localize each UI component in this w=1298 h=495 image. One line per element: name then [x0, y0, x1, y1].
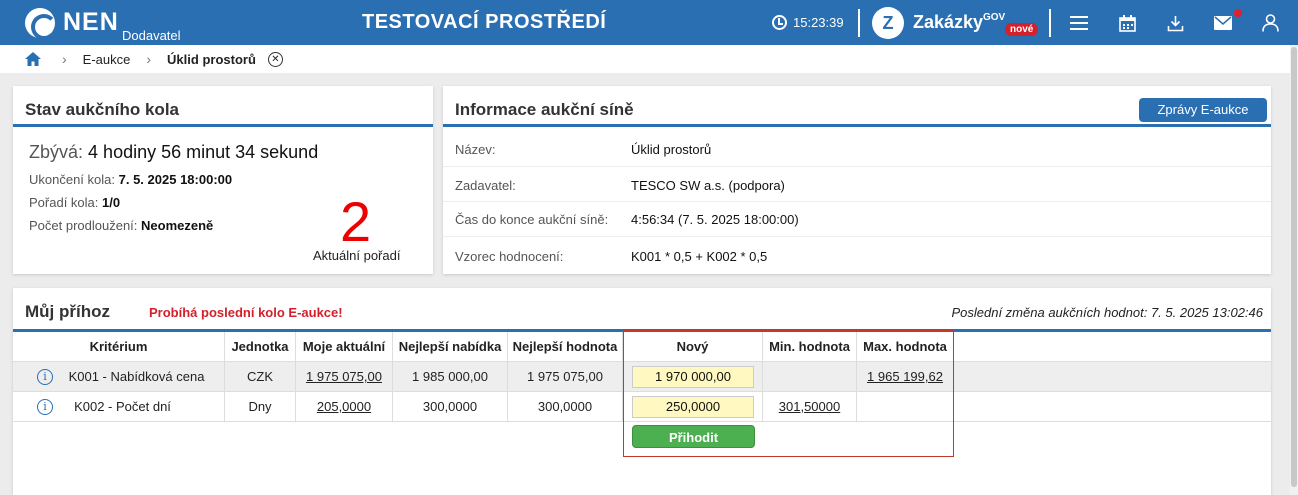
best-value: 300,0000 — [508, 392, 623, 422]
remaining-time: Zbývá: 4 hodiny 56 minut 34 sekund — [29, 142, 318, 163]
round-end-label: Ukončení kola: — [29, 172, 115, 187]
max-value — [857, 392, 954, 422]
download-icon[interactable] — [1164, 12, 1186, 34]
column-header: Moje aktuální — [296, 332, 393, 362]
best-offer-value: 1 985 000,00 — [393, 362, 508, 392]
criterion-name: K002 - Počet dní — [74, 399, 171, 414]
best-offer-value: 300,0000 — [393, 392, 508, 422]
unit-cell: CZK — [225, 362, 296, 392]
session-clock: 15:23:39 — [772, 15, 844, 30]
extension-count-label: Počet prodloužení: — [29, 218, 138, 233]
round-order-label: Pořadí kola: — [29, 195, 99, 210]
best-value: 1 975 075,00 — [508, 362, 623, 392]
info-label: Vzorec hodnocení: — [455, 249, 564, 264]
my-bid-panel: Můj příhoz Probíhá poslední kolo E-aukce… — [13, 288, 1271, 495]
row-divider — [443, 201, 1271, 202]
info-icon[interactable]: i — [37, 399, 53, 415]
chevron-right-icon: › — [146, 51, 152, 67]
new-value-input[interactable]: 1 970 000,00 — [632, 366, 754, 388]
last-round-warning: Probíhá poslední kolo E-aukce! — [149, 305, 343, 320]
column-header: Jednotka — [225, 332, 296, 362]
max-value[interactable]: 1 965 199,62 — [857, 362, 954, 392]
new-value-cell: 250,0000 — [623, 392, 763, 422]
column-header: Nejlepší nabídka — [393, 332, 508, 362]
remaining-label: Zbývá: — [29, 142, 84, 162]
criterion-cell: i K002 - Počet dní — [13, 392, 225, 422]
column-header: Nejlepší hodnota — [508, 332, 623, 362]
auction-messages-button[interactable]: Zprávy E-aukce — [1139, 98, 1267, 122]
calendar-icon[interactable] — [1116, 12, 1138, 34]
column-header: Kritérium — [13, 332, 225, 362]
zakazky-logo-icon[interactable]: Z — [872, 7, 904, 39]
round-end: Ukončení kola: 7. 5. 2025 18:00:00 — [29, 172, 232, 187]
column-header: Max. hodnota — [857, 332, 954, 362]
environment-title: TESTOVACÍ PROSTŘEDÍ — [362, 11, 607, 33]
my-current-value[interactable]: 205,0000 — [296, 392, 393, 422]
unread-dot — [1234, 9, 1242, 17]
scrollbar-thumb[interactable] — [1291, 47, 1297, 487]
top-bar: NEN Dodavatel TESTOVACÍ PROSTŘEDÍ 15:23:… — [0, 0, 1298, 45]
chevron-right-icon: › — [62, 51, 67, 67]
new-value-input[interactable]: 250,0000 — [632, 396, 754, 418]
breadcrumb-eaukce[interactable]: E-aukce — [83, 52, 131, 67]
remaining-value: 4 hodiny 56 minut 34 sekund — [88, 142, 319, 162]
new-badge: nové — [1005, 23, 1039, 36]
table-row: i K002 - Počet dní Dny 205,0000 300,0000… — [13, 392, 1271, 422]
zakazky-link[interactable]: Zakázky — [913, 12, 983, 33]
column-header: Nový — [623, 332, 763, 362]
menu-icon[interactable] — [1068, 12, 1090, 34]
breadcrumb: › E-aukce › Úklid prostorů ✕ — [0, 45, 1290, 73]
home-icon[interactable] — [24, 51, 42, 67]
criterion-cell: i K001 - Nabídková cena — [13, 362, 225, 392]
current-rank: 2 — [340, 190, 372, 253]
new-value-cell: 1 970 000,00 — [623, 362, 763, 392]
close-icon[interactable]: ✕ — [267, 51, 283, 67]
unit-cell: Dny — [225, 392, 296, 422]
clock-time: 15:23:39 — [793, 15, 844, 30]
info-value: TESCO SW a.s. (podpora) — [631, 178, 785, 193]
current-rank-label: Aktuální pořadí — [313, 248, 401, 263]
min-value[interactable]: 301,50000 — [763, 392, 857, 422]
table-header: Kritérium Jednotka Moje aktuální Nejlepš… — [13, 332, 1271, 362]
info-value: 4:56:34 (7. 5. 2025 18:00:00) — [631, 212, 799, 227]
info-value: Úklid prostorů — [631, 142, 712, 157]
my-current-value[interactable]: 1 975 075,00 — [296, 362, 393, 392]
divider — [858, 9, 860, 37]
table-row: i K001 - Nabídková cena CZK 1 975 075,00… — [13, 362, 1271, 392]
extension-count-value: Neomezeně — [141, 218, 214, 233]
logo-text: NEN — [63, 8, 119, 36]
scrollbar[interactable] — [1290, 45, 1298, 495]
panel-title: Stav aukčního kola — [13, 86, 433, 127]
round-order-value: 1/0 — [102, 195, 121, 210]
auction-hall-info-panel: Informace aukční síně Zprávy E-aukce Náz… — [443, 86, 1271, 274]
mail-icon[interactable] — [1212, 12, 1234, 34]
auction-round-status-panel: Stav aukčního kola Zbývá: 4 hodiny 56 mi… — [13, 86, 433, 274]
extension-count: Počet prodloužení: Neomezeně — [29, 218, 213, 233]
breadcrumb-current: Úklid prostorů — [167, 51, 256, 67]
info-value: K001 * 0,5 + K002 * 0,5 — [631, 249, 768, 264]
place-bid-button[interactable]: Přihodit — [632, 425, 755, 448]
row-divider — [443, 166, 1271, 167]
info-icon[interactable]: i — [37, 369, 53, 385]
round-order: Pořadí kola: 1/0 — [29, 195, 120, 210]
divider — [1049, 9, 1051, 37]
round-end-value: 7. 5. 2025 18:00:00 — [118, 172, 233, 187]
column-header: Min. hodnota — [763, 332, 857, 362]
panel-title: Můj příhoz — [25, 302, 110, 321]
info-label: Název: — [455, 142, 496, 157]
info-label: Čas do konce aukční síně: — [455, 212, 609, 227]
logo-subtitle: Dodavatel — [122, 28, 181, 43]
last-change-timestamp: Poslední změna aukčních hodnot: 7. 5. 20… — [951, 305, 1263, 320]
clock-icon — [772, 15, 787, 30]
zakazky-gov-label: GOV — [983, 12, 1006, 23]
row-divider — [443, 236, 1271, 237]
nen-logo-icon — [25, 8, 57, 40]
user-icon[interactable] — [1259, 12, 1281, 34]
min-value — [763, 362, 857, 392]
info-label: Zadavatel: — [455, 178, 516, 193]
criterion-name: K001 - Nabídková cena — [68, 369, 205, 384]
